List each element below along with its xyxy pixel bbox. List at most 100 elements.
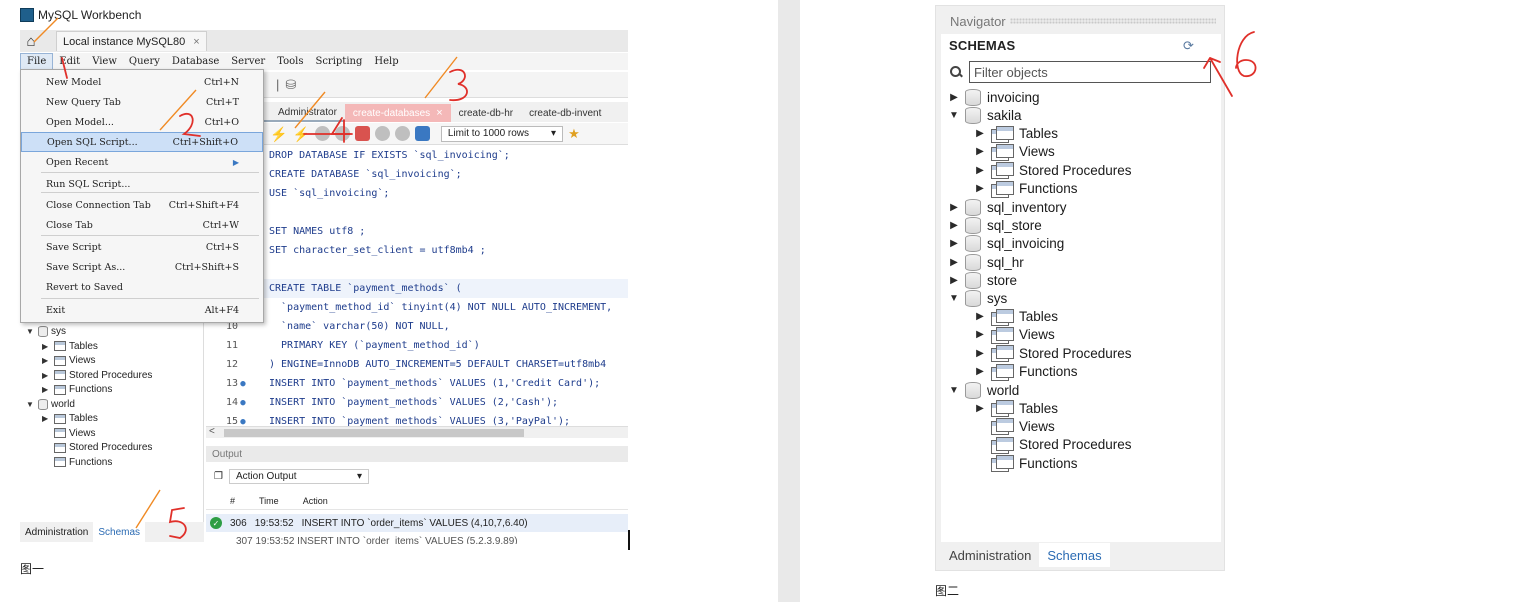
tab-create-databases[interactable]: create-databases × — [344, 104, 451, 122]
expand-right-icon[interactable]: ▶ — [975, 183, 985, 194]
tab-create-db-hr[interactable]: create-db-hr — [451, 104, 521, 122]
schema-node[interactable]: ▼ world — [949, 381, 1019, 399]
tree-node[interactable]: ▶ Tables — [42, 413, 98, 424]
expand-right-icon[interactable]: ▶ — [949, 220, 959, 231]
tree-node[interactable]: ▼ world — [26, 398, 75, 410]
schema-folder-node[interactable]: ▶ Tables — [975, 308, 1058, 326]
menu-database[interactable]: Database — [166, 53, 225, 70]
refresh-icon[interactable]: ⟳ — [1183, 38, 1199, 53]
expand-down-icon[interactable]: ▼ — [26, 400, 35, 409]
tree-node[interactable]: ▶ Functions — [42, 384, 112, 395]
schema-node[interactable]: ▶ sql_invoicing — [949, 235, 1064, 253]
tree-node[interactable]: Views — [42, 428, 96, 439]
expand-down-icon[interactable]: ▼ — [26, 327, 35, 336]
home-icon[interactable]: ⌂ — [20, 31, 42, 51]
schema-folder-node[interactable]: ▶ Views — [975, 143, 1055, 161]
schema-node[interactable]: ▼ sakila — [949, 107, 1022, 125]
schema-folder-node[interactable]: Stored Procedures — [975, 436, 1132, 454]
tab-administrator[interactable]: Administrator — [264, 104, 345, 122]
expand-right-icon[interactable]: ▶ — [975, 311, 985, 322]
schema-folder-node[interactable]: ▶ Functions — [975, 363, 1078, 381]
menu-tools[interactable]: Tools — [271, 53, 309, 70]
close-icon[interactable]: × — [193, 36, 199, 48]
expand-right-icon[interactable]: ▶ — [42, 356, 51, 365]
tree-node[interactable]: ▶ Stored Procedures — [42, 370, 152, 381]
schema-node[interactable]: ▼ sys — [949, 290, 1007, 308]
menu-scripting[interactable]: Scripting — [309, 53, 368, 70]
file-menu-item[interactable]: Open SQL Script... Ctrl+Shift+O — [21, 132, 263, 152]
expand-down-icon[interactable]: ▼ — [949, 110, 959, 121]
expand-right-icon[interactable]: ▶ — [949, 275, 959, 286]
menu-view[interactable]: View — [86, 53, 123, 70]
file-menu-item[interactable]: Open Recent ▶ — [21, 152, 263, 172]
file-menu-item[interactable]: Save Script As... Ctrl+Shift+S — [21, 257, 263, 277]
schema-folder-node[interactable]: ▶ Functions — [975, 180, 1078, 198]
menu-server[interactable]: Server — [225, 53, 271, 70]
expand-right-icon[interactable]: ▶ — [975, 128, 985, 139]
menu-edit[interactable]: Edit — [53, 53, 86, 70]
expand-right-icon[interactable]: ▶ — [42, 385, 51, 394]
scrollbar-thumb[interactable] — [224, 429, 524, 437]
expand-down-icon[interactable]: ▼ — [949, 293, 959, 304]
schema-folder-node[interactable]: Functions — [975, 455, 1078, 472]
schema-folder-node[interactable]: ▶ Tables — [975, 125, 1058, 143]
tree-node[interactable]: ▶ Tables — [42, 341, 98, 352]
tree-node[interactable]: Stored Procedures — [42, 442, 152, 453]
expand-right-icon[interactable]: ▶ — [975, 329, 985, 340]
output-type-select[interactable]: Action Output ▾ — [228, 468, 369, 484]
expand-right-icon[interactable]: ▶ — [42, 342, 51, 351]
expand-right-icon[interactable]: ▶ — [975, 348, 985, 359]
expand-right-icon[interactable]: ▶ — [42, 371, 51, 380]
schema-node[interactable]: ▶ invoicing — [949, 89, 1040, 106]
sql-code-editor[interactable]: DROP DATABASE IF EXISTS `sql_invoicing`;… — [206, 146, 628, 426]
schema-folder-node[interactable]: ▶ Views — [975, 326, 1055, 344]
limit-rows-select[interactable]: Limit to 1000 rows ▾ — [440, 125, 564, 142]
expand-right-icon[interactable]: ▶ — [975, 165, 985, 176]
horizontal-scrollbar[interactable]: < — [206, 426, 628, 438]
expand-right-icon[interactable]: ▶ — [975, 366, 985, 377]
file-menu-item[interactable]: Revert to Saved — [21, 277, 263, 297]
schema-node[interactable]: ▶ sql_store — [949, 217, 1042, 235]
execute-current-icon[interactable]: ⚡ — [292, 126, 309, 142]
output-row[interactable]: ✓ 306 19:53:52 INSERT INTO `order_items`… — [206, 514, 628, 532]
menu-query[interactable]: Query — [123, 53, 166, 70]
tab-create-db-invent[interactable]: create-db-invent — [521, 104, 609, 122]
beautify-icon[interactable]: ★ — [568, 126, 580, 142]
file-menu-item[interactable]: Exit Alt+F4 — [21, 300, 263, 320]
menu-help[interactable]: Help — [368, 53, 404, 70]
file-menu-item[interactable]: Open Model... Ctrl+O — [21, 112, 263, 132]
tab-schemas[interactable]: Schemas — [1039, 543, 1110, 567]
connection-tab[interactable]: Local instance MySQL80 × — [56, 31, 207, 51]
expand-down-icon[interactable]: ▼ — [949, 385, 959, 396]
menu-file[interactable]: File — [20, 53, 54, 70]
expand-right-icon[interactable]: ▶ — [975, 403, 985, 414]
tree-node[interactable]: ▶ Views — [42, 355, 96, 366]
tree-node[interactable]: Functions — [42, 457, 112, 468]
tab-administration[interactable]: Administration — [20, 522, 93, 542]
expand-right-icon[interactable]: ▶ — [42, 414, 51, 423]
chevron-left-icon[interactable]: < — [209, 426, 215, 437]
explain-icon[interactable] — [314, 126, 330, 141]
copy-icon[interactable]: ❐ — [214, 471, 223, 482]
database-icon[interactable]: ⛁ — [285, 77, 296, 93]
file-menu-item[interactable]: Save Script Ctrl+S — [21, 237, 263, 257]
schema-folder-node[interactable]: ▶ Stored Procedures — [975, 162, 1132, 180]
output-row-partial[interactable]: 307 19:53:52 INSERT INTO `order_items` V… — [206, 536, 628, 544]
expand-right-icon[interactable]: ▶ — [975, 146, 985, 157]
file-menu-item[interactable]: New Model Ctrl+N — [21, 72, 263, 92]
file-menu-item[interactable]: Close Connection Tab Ctrl+Shift+F4 — [21, 195, 263, 215]
expand-right-icon[interactable]: ▶ — [949, 238, 959, 249]
schema-node[interactable]: ▶ sql_hr — [949, 253, 1024, 271]
file-menu-item[interactable]: Run SQL Script... — [21, 174, 263, 194]
autocommit-icon[interactable] — [414, 126, 430, 141]
tab-schemas[interactable]: Schemas — [93, 522, 146, 542]
tab-administration[interactable]: Administration — [941, 543, 1039, 567]
close-icon[interactable]: × — [436, 107, 442, 119]
schema-folder-node[interactable]: Views — [975, 418, 1055, 436]
schema-folder-node[interactable]: ▶ Stored Procedures — [975, 345, 1132, 363]
execute-icon[interactable]: ⚡ — [270, 126, 287, 142]
commit-icon[interactable] — [374, 126, 390, 141]
expand-right-icon[interactable]: ▶ — [949, 202, 959, 213]
stop-icon[interactable] — [334, 126, 350, 141]
expand-right-icon[interactable]: ▶ — [949, 257, 959, 268]
